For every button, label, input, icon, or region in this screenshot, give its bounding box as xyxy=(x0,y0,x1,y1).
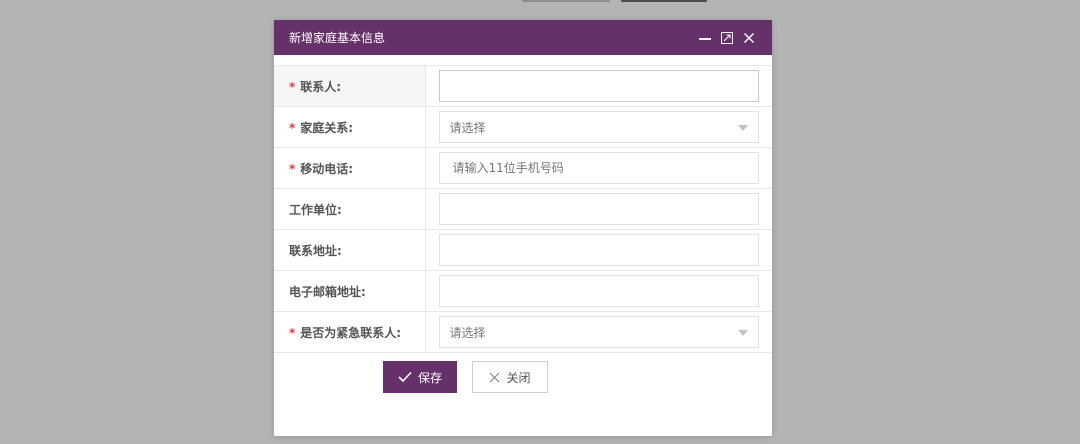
caret-down-icon xyxy=(737,330,748,336)
close-x-icon xyxy=(489,372,500,383)
form-row-contact: * 联系人: xyxy=(274,65,772,107)
family-relation-select[interactable]: 请选择 xyxy=(438,111,759,143)
contact-name-input[interactable] xyxy=(438,70,759,102)
close-icon[interactable] xyxy=(738,27,760,49)
mobile-phone-input[interactable] xyxy=(438,152,759,184)
address-input[interactable] xyxy=(438,234,759,266)
minimize-icon[interactable] xyxy=(694,27,716,49)
field-label: * 联系人: xyxy=(274,65,426,107)
form-row-emergency: * 是否为紧急联系人: 请选择 xyxy=(274,311,772,353)
form-row-mobile: * 移动电话: xyxy=(274,147,772,189)
close-button-label: 关闭 xyxy=(506,370,531,385)
field-label: * 移动电话: xyxy=(274,147,426,189)
required-mark: * xyxy=(289,161,296,176)
select-value: 请选择 xyxy=(449,120,486,135)
form-row-employer: 工作单位: xyxy=(274,188,772,230)
save-button[interactable]: 保存 xyxy=(383,361,457,393)
field-label-text: 移动电话: xyxy=(300,161,354,176)
caret-down-icon xyxy=(737,125,748,131)
dialog-title: 新增家庭基本信息 xyxy=(289,31,386,45)
add-family-info-dialog: 新增家庭基本信息 * 联系人: * 家庭关系: 请选择 * 移动电话: 请输入1… xyxy=(274,20,772,436)
form-row-relation: * 家庭关系: 请选择 xyxy=(274,106,772,148)
close-button[interactable]: 关闭 xyxy=(472,361,548,393)
maximize-icon[interactable] xyxy=(716,27,738,49)
required-mark: * xyxy=(289,325,296,340)
background-button xyxy=(522,0,610,2)
family-info-form: *联系人: *家庭关系: 请选择 *移动电话: 工作单位: 联系地址: 电子邮 xyxy=(274,65,772,353)
form-row-address: 联系地址: xyxy=(274,229,772,271)
field-label-text: 电子邮箱地址: xyxy=(289,284,366,299)
emergency-contact-select[interactable]: 请选择 xyxy=(438,316,759,348)
field-label: * 是否为紧急联系人: xyxy=(274,311,426,353)
save-button-label: 保存 xyxy=(417,370,442,385)
field-label: 电子邮箱地址: xyxy=(274,270,426,312)
dialog-actions: 保存 关闭 xyxy=(274,353,772,413)
field-label: 联系地址: xyxy=(274,229,426,271)
field-label: * 家庭关系: xyxy=(274,106,426,148)
field-label-text: 联系地址: xyxy=(289,243,342,258)
select-value: 请选择 xyxy=(449,325,486,340)
form-row-email: 电子邮箱地址: xyxy=(274,270,772,312)
check-icon xyxy=(398,371,412,383)
field-label-text: 联系人: xyxy=(300,79,342,94)
field-label-text: 工作单位: xyxy=(289,202,342,217)
email-input[interactable] xyxy=(438,275,759,307)
required-mark: * xyxy=(289,120,296,135)
window-controls xyxy=(694,27,760,49)
field-label-text: 家庭关系: xyxy=(300,120,354,135)
field-label: 工作单位: xyxy=(274,188,426,230)
background-button xyxy=(621,0,707,2)
employer-input[interactable] xyxy=(438,193,759,225)
dialog-titlebar: 新增家庭基本信息 xyxy=(274,20,772,55)
required-mark: * xyxy=(289,79,296,94)
field-label-text: 是否为紧急联系人: xyxy=(300,325,402,340)
